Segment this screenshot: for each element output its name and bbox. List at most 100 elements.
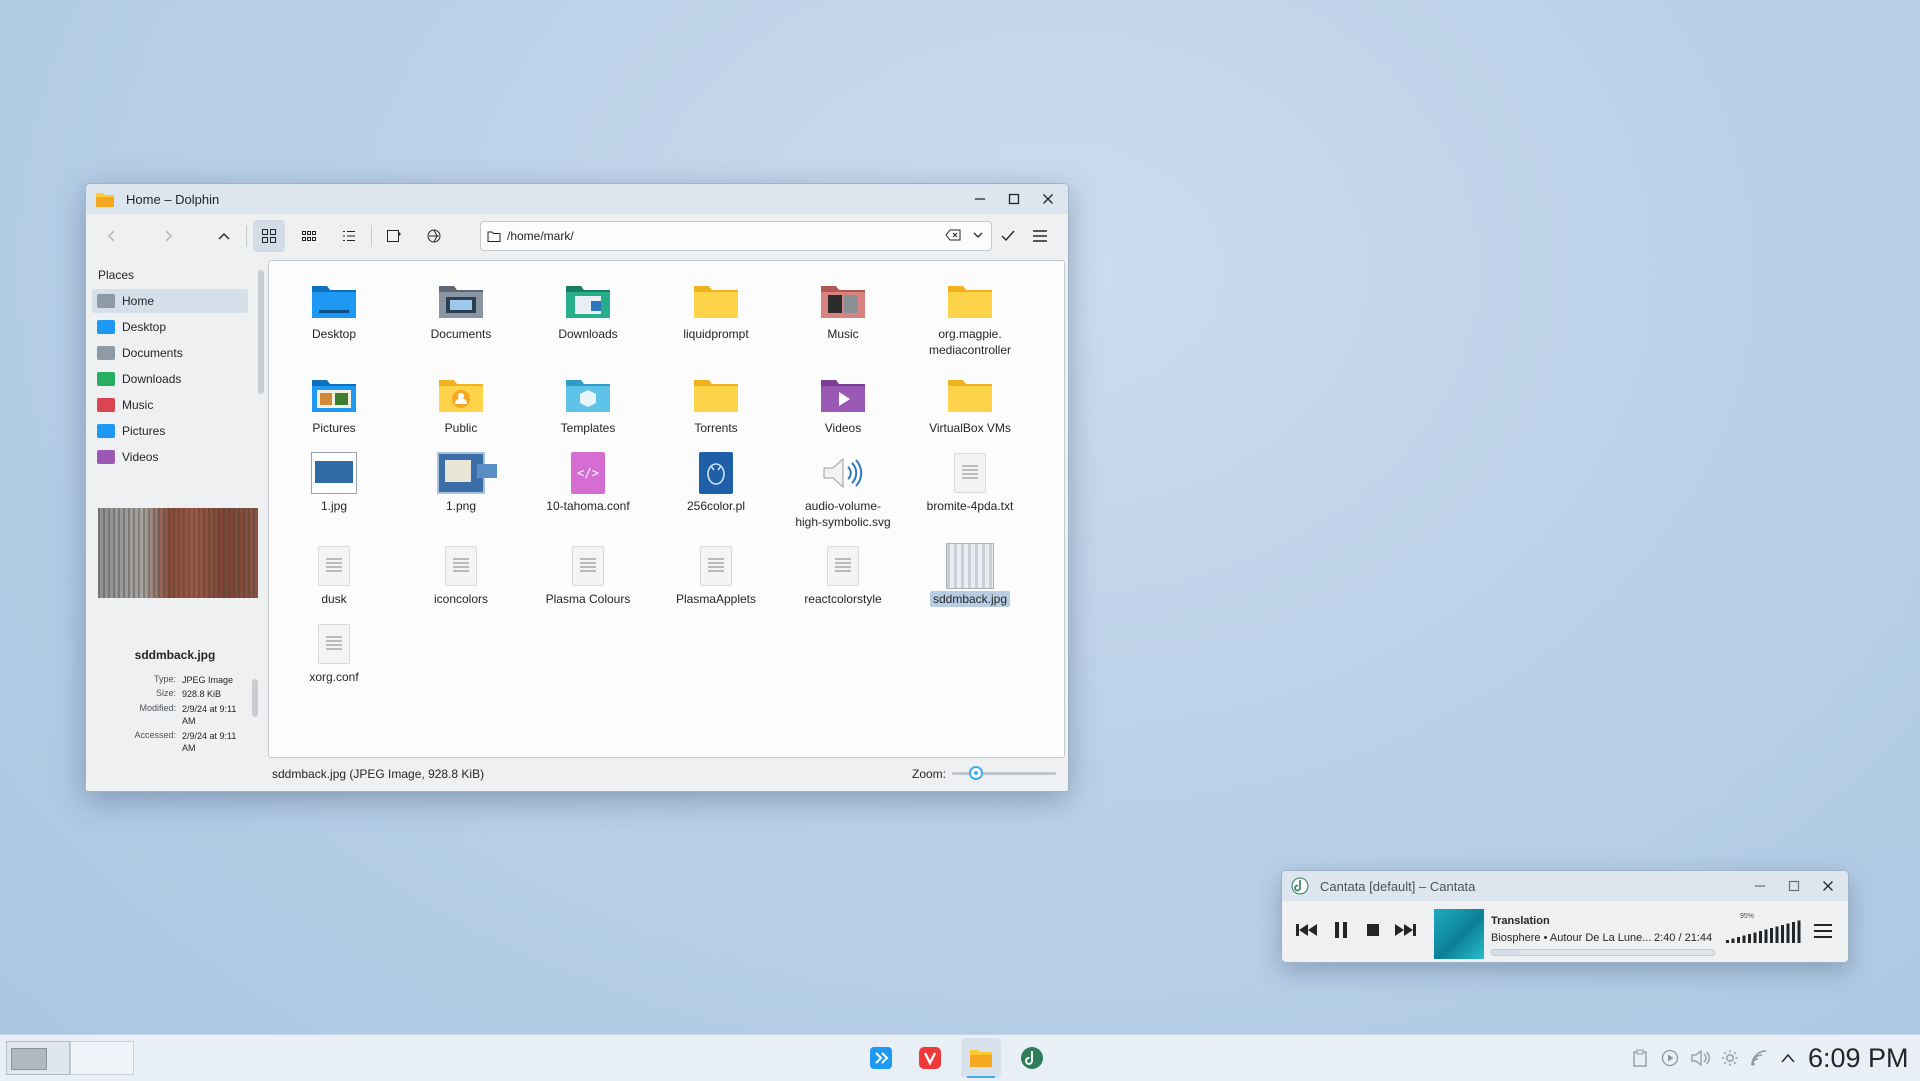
close-button[interactable] <box>1814 873 1842 899</box>
file-item[interactable]: org.magpie. mediacontroller <box>911 279 1029 358</box>
file-item[interactable]: Videos <box>784 373 902 436</box>
file-label: 10-tahoma.conf <box>546 499 630 513</box>
details-view-button[interactable] <box>333 220 365 252</box>
status-bar: sddmback.jpg (JPEG Image, 928.8 KiB) Zoo… <box>86 756 1068 791</box>
info-scrollbar[interactable] <box>252 679 258 717</box>
file-item[interactable]: Public <box>402 373 520 436</box>
media-player-icon[interactable] <box>1659 1047 1681 1069</box>
file-item[interactable]: Plasma Colours <box>529 544 647 607</box>
zoom-slider-track[interactable] <box>952 772 1056 775</box>
file-item[interactable]: sddmback.jpg <box>911 543 1029 607</box>
file-item[interactable]: Pictures <box>275 373 393 436</box>
place-item-videos[interactable]: Videos <box>92 445 248 469</box>
maximize-button[interactable] <box>1000 186 1028 212</box>
file-view[interactable]: Desktop Documents Downloads liquidprompt Mus… <box>268 260 1065 758</box>
minimize-button[interactable] <box>1746 873 1774 899</box>
file-item[interactable]: 1.png <box>402 451 520 514</box>
file-label: Music <box>827 327 859 341</box>
split-view-button[interactable] <box>378 220 410 252</box>
file-item[interactable]: VirtualBox VMs <box>911 373 1029 436</box>
meta-value: 2/9/24 at 9:11 AM <box>182 704 237 726</box>
album-cover[interactable] <box>1434 909 1484 959</box>
file-label: Videos <box>824 421 862 435</box>
confirm-location-button[interactable] <box>992 220 1024 252</box>
volume-bars-icon[interactable] <box>1726 919 1806 943</box>
file-label: xorg.conf <box>309 670 359 684</box>
up-button[interactable] <box>208 220 240 252</box>
text-file-icon <box>310 622 358 666</box>
maximize-button[interactable] <box>1780 873 1808 899</box>
volume-icon[interactable] <box>1689 1047 1711 1069</box>
file-item[interactable]: Documents <box>402 279 520 342</box>
place-item-pictures[interactable]: Pictures <box>92 419 248 443</box>
stop-icon[interactable] <box>1359 916 1387 944</box>
chevron-up-icon[interactable] <box>1777 1047 1799 1069</box>
cantata-app-icon <box>1291 877 1309 895</box>
file-label: org.magpie. mediacontroller <box>928 327 1012 357</box>
place-item-documents[interactable]: Documents <box>92 341 248 365</box>
desktop-1[interactable] <box>6 1041 70 1075</box>
place-label: Pictures <box>122 424 166 438</box>
place-item-downloads[interactable]: Downloads <box>92 367 248 391</box>
dolphin-icon[interactable] <box>961 1038 1001 1078</box>
file-item[interactable]: Music <box>784 279 902 342</box>
digital-clock[interactable]: 6:09 PM <box>1808 1043 1909 1074</box>
vivaldi-icon[interactable] <box>910 1038 950 1078</box>
file-item[interactable]: liquidprompt <box>657 279 775 342</box>
desktop-2[interactable] <box>70 1041 134 1075</box>
place-item-home[interactable]: Home <box>92 289 248 313</box>
desktop-folder-icon <box>97 320 115 334</box>
close-button[interactable] <box>1034 186 1062 212</box>
file-label: VirtualBox VMs <box>929 421 1011 435</box>
zoom-slider-handle[interactable] <box>969 766 983 780</box>
dolphin-titlebar[interactable]: Home – Dolphin <box>86 184 1068 214</box>
file-label: dusk <box>321 592 347 606</box>
file-item[interactable]: iconcolors <box>402 544 520 607</box>
chevron-down-icon[interactable] <box>973 230 983 240</box>
location-path[interactable]: /home/mark/ <box>507 229 574 243</box>
location-bar[interactable]: /home/mark/ <box>480 221 992 251</box>
image-thumbnail-icon <box>946 543 994 589</box>
place-item-desktop[interactable]: Desktop <box>92 315 248 339</box>
file-item[interactable]: dusk <box>275 544 393 607</box>
file-item[interactable]: reactcolorstyle <box>784 544 902 607</box>
file-item[interactable]: </> 10-tahoma.conf <box>529 451 647 514</box>
file-item[interactable]: audio-volume- high-symbolic.svg <box>784 451 902 530</box>
file-item[interactable]: Templates <box>529 373 647 436</box>
file-item[interactable]: PlasmaApplets <box>657 544 775 607</box>
filter-icon[interactable] <box>418 220 450 252</box>
pictures-folder-icon <box>97 424 115 438</box>
pause-icon[interactable] <box>1327 916 1355 944</box>
back-button[interactable] <box>96 220 128 252</box>
file-item[interactable]: xorg.conf <box>275 622 393 685</box>
places-scrollbar[interactable] <box>258 270 264 394</box>
file-item[interactable]: 256color.pl <box>657 451 775 514</box>
place-item-music[interactable]: Music <box>92 393 248 417</box>
cantata-titlebar[interactable]: Cantata [default] – Cantata <box>1282 871 1848 901</box>
minimize-button[interactable] <box>966 186 994 212</box>
hamburger-menu-icon[interactable] <box>1814 923 1832 939</box>
network-icon[interactable] <box>1749 1047 1771 1069</box>
compact-view-button[interactable] <box>293 220 325 252</box>
previous-track-icon[interactable] <box>1293 916 1321 944</box>
clipboard-icon[interactable] <box>1629 1047 1651 1069</box>
forward-button[interactable] <box>152 220 184 252</box>
icons-view-button[interactable] <box>253 220 285 252</box>
next-track-icon[interactable] <box>1391 916 1419 944</box>
hamburger-menu-icon[interactable] <box>1024 220 1056 252</box>
clear-location-icon[interactable] <box>945 229 961 241</box>
meta-row-accessed: Accessed: 2/9/24 at 9:11 AM <box>86 730 242 754</box>
file-item[interactable]: Desktop <box>275 279 393 342</box>
virtual-desktop-pager <box>6 1041 135 1075</box>
kde-connect-icon[interactable] <box>861 1038 901 1078</box>
track-progress-bar[interactable] <box>1491 949 1715 956</box>
cantata-icon[interactable] <box>1012 1038 1052 1078</box>
text-file-icon <box>437 544 485 588</box>
brightness-icon[interactable] <box>1719 1047 1741 1069</box>
place-label: Music <box>122 398 154 412</box>
file-item[interactable]: Downloads <box>529 279 647 342</box>
file-label: reactcolorstyle <box>804 592 882 606</box>
file-item[interactable]: Torrents <box>657 373 775 436</box>
file-item[interactable]: bromite-4pda.txt <box>911 451 1029 514</box>
file-item[interactable]: 1.jpg <box>275 451 393 514</box>
